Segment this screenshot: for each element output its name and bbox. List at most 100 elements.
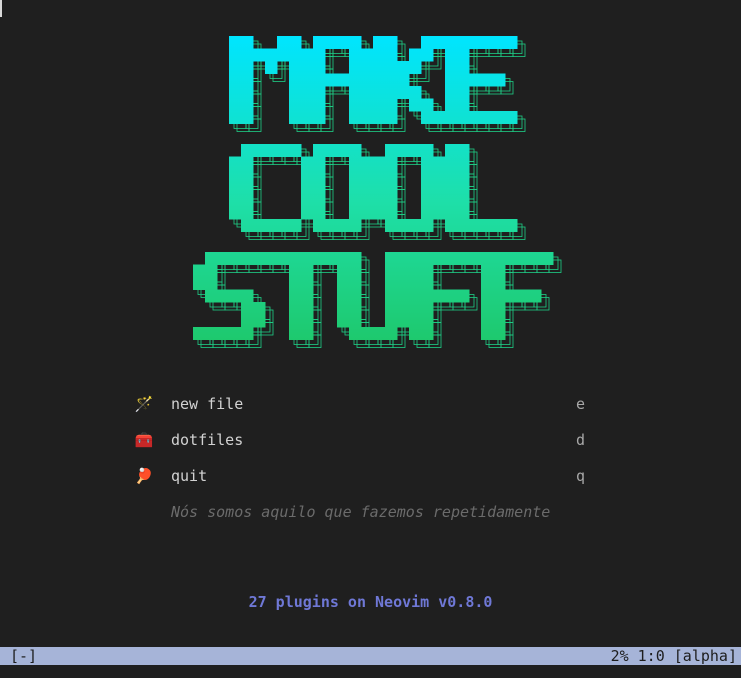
banner-pixel xyxy=(469,36,482,49)
banner-pixel xyxy=(313,169,326,182)
menu-quit[interactable]: 🏓 quit q xyxy=(133,465,593,487)
banner-pixel xyxy=(241,289,254,303)
banner-pixel xyxy=(421,252,434,265)
banner-pixel xyxy=(229,48,242,62)
banner-pixel xyxy=(493,36,506,49)
menu-dotfiles[interactable]: 🧰 dotfiles d xyxy=(133,429,593,451)
banner-pixel xyxy=(505,36,518,49)
banner-pixel xyxy=(349,277,362,290)
banner-pixel xyxy=(397,219,410,232)
banner-pixel xyxy=(313,194,326,207)
banner-pixel xyxy=(397,289,410,303)
banner-pixel xyxy=(421,181,434,195)
banner-pixel xyxy=(421,206,434,220)
banner-pixel xyxy=(421,327,434,340)
banner-pixel xyxy=(337,219,350,232)
banner-pixel xyxy=(445,111,458,124)
banner-pixel xyxy=(361,181,374,195)
banner-pixel xyxy=(385,289,398,303)
banner-pixel xyxy=(241,61,254,74)
banner-pixel xyxy=(289,289,302,303)
banner-pixel xyxy=(289,277,302,290)
banner-pixel xyxy=(361,48,374,62)
banner-pixel xyxy=(505,252,518,265)
banner-pixel xyxy=(301,327,314,340)
banner-pixel xyxy=(229,169,242,182)
banner-pixel xyxy=(265,61,278,74)
banner-pixel xyxy=(205,277,218,290)
banner-pixel xyxy=(301,252,314,265)
banner-pixel xyxy=(397,61,410,74)
banner-pixel xyxy=(421,219,434,232)
banner-pixel xyxy=(241,181,254,195)
banner-pixel xyxy=(349,169,362,182)
banner-pixel xyxy=(505,111,518,124)
banner-pixel xyxy=(493,264,506,278)
banner-pixel xyxy=(493,302,506,315)
banner-pixel xyxy=(241,98,254,112)
banner-pixel xyxy=(325,36,338,49)
banner-pixel xyxy=(385,98,398,112)
banner-pixel xyxy=(301,98,314,112)
banner-pixel xyxy=(397,86,410,99)
banner-pixel xyxy=(529,252,542,265)
banner-pixel xyxy=(229,156,242,170)
banner-pixel xyxy=(313,36,326,49)
toolbox-icon: 🧰 xyxy=(134,431,154,449)
dashboard-quote: Nós somos aquilo que fazemos repetidamen… xyxy=(171,503,551,521)
banner-pixel xyxy=(409,86,422,99)
banner-pixel xyxy=(193,327,206,340)
banner-pixel xyxy=(373,111,386,124)
banner-pixel xyxy=(229,252,242,265)
banner-pixel xyxy=(493,327,506,340)
banner-pixel xyxy=(289,36,302,49)
banner-pixel xyxy=(313,181,326,195)
status-right: 2% 1:0 [alpha] xyxy=(610,647,737,665)
banner-pixel xyxy=(433,36,446,49)
banner-pixel xyxy=(361,73,374,87)
banner-pixel xyxy=(373,61,386,74)
banner-pixel xyxy=(337,314,350,328)
banner-pixel xyxy=(361,86,374,99)
banner-pixel xyxy=(421,194,434,207)
banner-pixel xyxy=(529,289,542,303)
banner-pixel xyxy=(469,219,482,232)
banner-pixel xyxy=(289,111,302,124)
banner-pixel xyxy=(301,48,314,62)
banner-pixel xyxy=(253,144,266,157)
banner-pixel xyxy=(313,144,326,157)
banner-pixel xyxy=(457,86,470,99)
banner-pixel xyxy=(457,252,470,265)
banner-pixel xyxy=(349,252,362,265)
banner-pixel xyxy=(229,61,242,74)
banner-pixel xyxy=(385,48,398,62)
banner-pixel xyxy=(325,219,338,232)
banner-pixel xyxy=(229,289,242,303)
status-left: [-] xyxy=(10,647,38,665)
banner-pixel xyxy=(409,61,422,74)
shortcut-key-q: q xyxy=(576,467,586,485)
banner-pixel xyxy=(541,252,554,265)
banner-pixel xyxy=(301,302,314,315)
banner-pixel xyxy=(253,48,266,62)
banner-pixel xyxy=(433,194,446,207)
banner-pixel xyxy=(277,219,290,232)
banner-pixel xyxy=(421,314,434,328)
banner-pixel xyxy=(301,111,314,124)
menu-new-file[interactable]: 🪄 new file e xyxy=(133,393,593,415)
banner-pixel xyxy=(217,289,230,303)
banner-pixel xyxy=(229,86,242,99)
banner-pixel xyxy=(313,48,326,62)
banner-pixel xyxy=(445,289,458,303)
banner-pixel xyxy=(409,144,422,157)
banner-pixel xyxy=(457,219,470,232)
banner-pixel xyxy=(301,314,314,328)
banner-pixel xyxy=(301,264,314,278)
banner-pixel xyxy=(385,86,398,99)
banner-pixel xyxy=(241,327,254,340)
banner-pixel xyxy=(349,86,362,99)
banner-pixel xyxy=(493,73,506,87)
banner-pixel xyxy=(373,73,386,87)
menu-label-dotfiles: dotfiles xyxy=(171,431,244,449)
banner-pixel xyxy=(241,156,254,170)
